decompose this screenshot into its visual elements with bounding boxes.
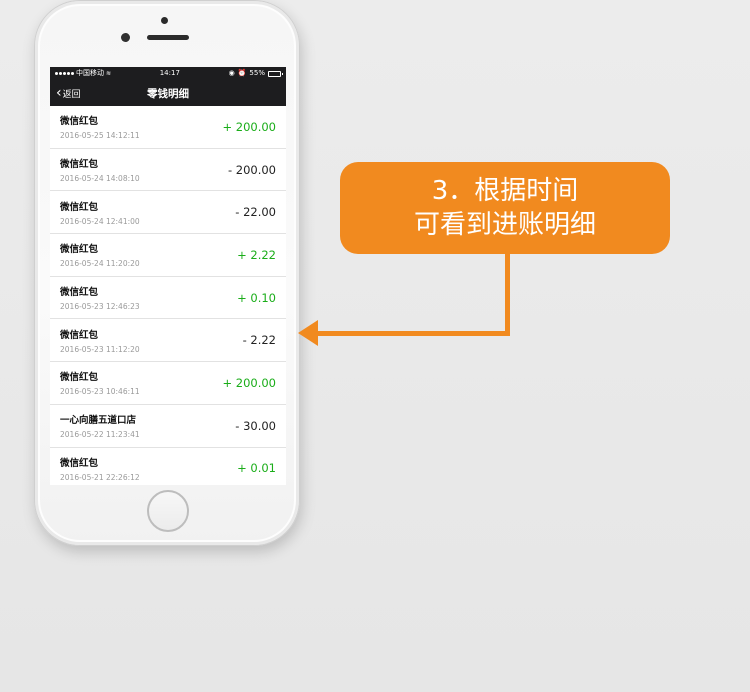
arrow-left-icon	[298, 320, 318, 346]
transaction-amount: - 22.00	[235, 205, 276, 220]
transaction-time: 2016-05-24 12:41:00	[60, 216, 140, 226]
transaction-title: 一心向膳五道口店	[60, 415, 137, 427]
transaction-title: 微信红包	[60, 159, 99, 171]
front-camera-icon	[121, 33, 130, 42]
home-button[interactable]	[147, 490, 189, 532]
transaction-row[interactable]: 微信红包 2016-05-24 11:20:20 + 2.22	[50, 234, 286, 277]
location-icon: ◉	[228, 69, 235, 77]
transaction-row[interactable]: 微信红包 2016-05-23 11:12:20 - 2.22	[50, 319, 286, 363]
transaction-title: 微信红包	[60, 372, 99, 384]
signal-icon	[55, 72, 74, 75]
transaction-row[interactable]: 微信红包 2016-05-24 12:41:00 - 22.00	[50, 191, 286, 235]
transaction-row[interactable]: 微信红包 2016-05-23 10:46:11 + 200.00	[50, 362, 286, 405]
transaction-amount: + 2.22	[237, 247, 276, 262]
transaction-row[interactable]: 微信红包 2016-05-24 14:08:10 - 200.00	[50, 149, 286, 192]
phone-screen: 中国移动 ≋ 14:17 ◉ ⏰ 55% ‹ 返回 零钱明细 微信红包 2016-…	[50, 67, 286, 485]
wifi-icon: ≋	[106, 70, 112, 77]
callout-line-1: 3．根据时间	[431, 176, 579, 206]
chevron-left-icon: ‹	[56, 84, 62, 101]
transaction-amount: + 200.00	[222, 375, 276, 390]
callout-line-2: 可看到进账明细	[413, 210, 596, 240]
transaction-amount: - 2.22	[242, 333, 276, 348]
transaction-time: 2016-05-24 11:20:20	[60, 259, 140, 269]
callout-connector-vertical	[505, 254, 510, 336]
back-label: 返回	[62, 89, 81, 100]
navigation-bar: ‹ 返回 零钱明细	[50, 80, 286, 106]
battery-icon	[267, 70, 283, 77]
transaction-row[interactable]: 微信红包 2016-05-23 12:46:23 + 0.10	[50, 277, 286, 320]
transaction-list: 微信红包 2016-05-25 14:12:11 + 200.00 微信红包 2016-…	[50, 106, 286, 485]
transaction-title: 微信红包	[60, 457, 99, 469]
transaction-time: 2016-05-23 10:46:11	[60, 387, 140, 397]
phone-mockup: 中国移动 ≋ 14:17 ◉ ⏰ 55% ‹ 返回 零钱明细 微信红包 2016-…	[34, 0, 300, 546]
camera-dot	[161, 17, 168, 24]
transaction-title: 微信红包	[60, 244, 99, 256]
back-button[interactable]: ‹ 返回	[56, 80, 81, 106]
transaction-row[interactable]: 一心向膳五道口店 2016-05-22 11:23:41 - 30.00	[50, 405, 286, 448]
status-time: 14:17	[159, 69, 180, 77]
transaction-time: 2016-05-22 11:23:41	[60, 430, 140, 440]
transaction-row[interactable]: 微信红包 2016-05-25 14:12:11 + 200.00	[50, 106, 286, 149]
transaction-title: 微信红包	[60, 116, 99, 128]
transaction-time: 2016-05-21 22:26:12	[60, 472, 140, 482]
transaction-amount: - 200.00	[227, 162, 276, 177]
transaction-title: 微信红包	[60, 329, 99, 341]
transaction-time: 2016-05-24 14:08:10	[60, 174, 140, 184]
page-title: 零钱明细	[147, 87, 189, 100]
transaction-time: 2016-05-23 12:46:23	[60, 302, 140, 312]
transaction-amount: + 200.00	[222, 119, 276, 134]
transaction-title: 微信红包	[60, 287, 99, 299]
callout-box: 3．根据时间 可看到进账明细	[340, 162, 670, 254]
transaction-title: 微信红包	[60, 201, 99, 213]
transaction-amount: - 30.00	[235, 418, 276, 433]
transaction-amount: + 0.01	[237, 461, 276, 476]
carrier-label: 中国移动	[76, 69, 104, 77]
status-bar: 中国移动 ≋ 14:17 ◉ ⏰ 55%	[50, 67, 286, 80]
transaction-time: 2016-05-25 14:12:11	[60, 131, 140, 141]
transaction-row[interactable]: 微信红包 2016-05-21 22:26:12 + 0.01	[50, 448, 286, 486]
earpiece-speaker	[147, 35, 189, 40]
battery-percent: 55%	[249, 69, 265, 77]
transaction-time: 2016-05-23 11:12:20	[60, 344, 140, 354]
transaction-amount: + 0.10	[237, 290, 276, 305]
alarm-icon: ⏰	[237, 69, 247, 77]
callout-connector-horizontal	[312, 331, 510, 336]
